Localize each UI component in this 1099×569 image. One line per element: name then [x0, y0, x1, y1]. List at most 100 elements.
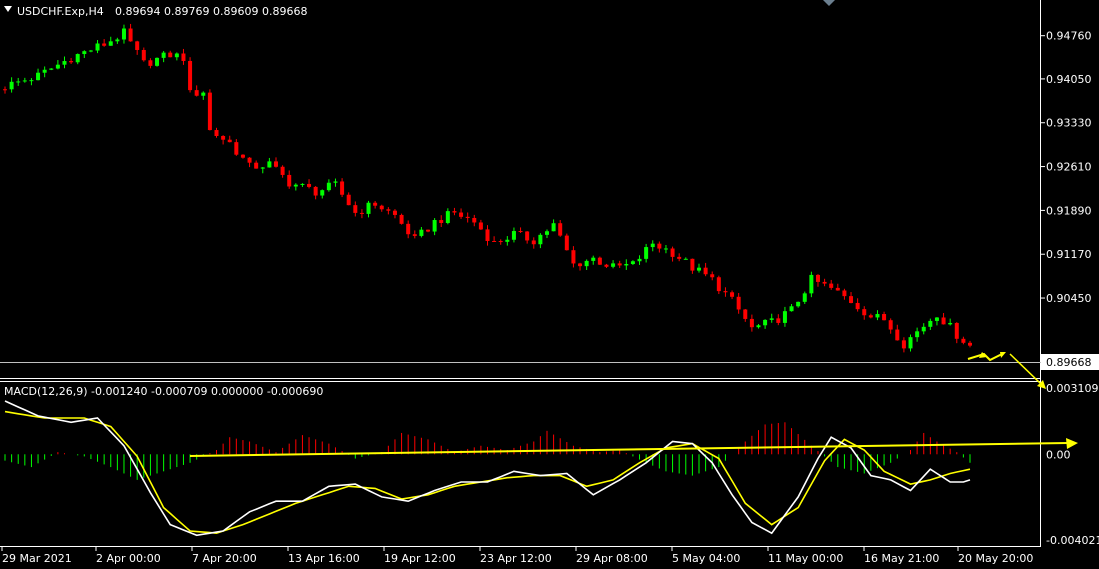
candle: [254, 160, 259, 169]
price-pane[interactable]: [3, 23, 972, 353]
candle-body: [386, 209, 391, 211]
candle-body: [426, 229, 431, 232]
candle-body: [809, 274, 814, 294]
candle: [128, 23, 133, 42]
candle-body: [326, 182, 331, 191]
candle: [135, 40, 140, 55]
candle-body: [399, 214, 404, 224]
candle: [22, 77, 27, 83]
candle: [544, 229, 549, 239]
candle: [703, 262, 708, 277]
candle: [934, 317, 939, 326]
candle: [214, 127, 219, 138]
candle-body: [419, 229, 424, 236]
scroll-marker-icon[interactable]: [823, 0, 835, 6]
candle: [683, 257, 688, 260]
candle-body: [868, 315, 873, 318]
candle: [426, 229, 431, 233]
candle: [802, 291, 807, 304]
candle: [961, 336, 966, 345]
price-tick-label: 0.94050: [1046, 73, 1092, 86]
candle: [571, 246, 576, 268]
candle-body: [921, 326, 926, 332]
candle: [174, 52, 179, 61]
candle: [49, 68, 54, 71]
candle-body: [730, 292, 735, 297]
candle: [617, 260, 622, 268]
annotations: [189, 352, 1078, 457]
candle-body: [3, 89, 7, 91]
candle: [207, 89, 212, 131]
candle-body: [948, 322, 953, 325]
candle-body: [280, 166, 285, 175]
candle: [69, 57, 74, 64]
candle-body: [188, 60, 193, 91]
candle: [353, 201, 358, 217]
candle: [954, 322, 959, 344]
ohlc-label: 0.89694 0.89769 0.89609 0.89668: [115, 5, 307, 18]
candle: [373, 201, 378, 209]
candle: [551, 219, 556, 232]
forecast-arrow-head-icon: [1000, 352, 1006, 358]
candle-body: [121, 28, 126, 40]
current-price-label: 0.89668: [1046, 356, 1092, 369]
candle: [386, 207, 391, 215]
candle-body: [16, 81, 21, 83]
candle-body: [538, 234, 543, 245]
candle-body: [531, 240, 536, 245]
candle: [307, 179, 312, 189]
price-tick-label: 0.92610: [1046, 161, 1092, 174]
candle-body: [835, 287, 840, 291]
candle: [928, 318, 933, 330]
candle: [650, 240, 655, 252]
candle-body: [373, 202, 378, 206]
candle-body: [802, 293, 807, 302]
trading-chart[interactable]: USDCHF.Exp,H4 0.89694 0.89769 0.89609 0.…: [0, 0, 1099, 569]
candle-body: [558, 223, 563, 236]
candle: [366, 200, 371, 218]
candle-body: [842, 290, 847, 297]
trend-arrow-head-icon: [1066, 438, 1078, 449]
candle: [121, 24, 126, 44]
candle: [796, 301, 801, 308]
candle-body: [657, 243, 662, 249]
candle: [340, 178, 345, 198]
macd-pane[interactable]: [4, 400, 971, 537]
macd-tick-label: -0.004021: [1046, 534, 1099, 547]
candle-body: [630, 261, 635, 264]
time-tick-label: 23 Apr 12:00: [480, 552, 552, 565]
candle-body: [29, 80, 34, 82]
candle: [531, 237, 536, 249]
candle: [287, 170, 292, 189]
candle-body: [677, 256, 682, 259]
candle: [472, 214, 477, 227]
candle: [829, 279, 834, 290]
candle-body: [254, 162, 259, 169]
candle: [875, 310, 880, 321]
candle-body: [227, 139, 232, 143]
candle: [168, 50, 173, 58]
candle: [29, 78, 34, 86]
candle: [895, 324, 900, 341]
time-tick-label: 19 Apr 12:00: [384, 552, 456, 565]
candle: [280, 165, 285, 178]
candle-body: [551, 223, 556, 232]
candle: [908, 334, 913, 352]
candle-body: [108, 41, 113, 46]
candle: [690, 258, 695, 274]
time-tick-label: 29 Mar 2021: [2, 552, 72, 565]
dropdown-triangle-icon[interactable]: [4, 6, 12, 12]
candle-body: [934, 317, 939, 321]
candle: [359, 209, 364, 219]
candle-body: [895, 329, 900, 341]
candle: [333, 178, 338, 187]
candle: [584, 259, 589, 270]
macd-header: MACD(12,26,9) -0.001240 -0.000709 0.0000…: [4, 385, 323, 398]
candle-body: [796, 301, 801, 307]
candle: [657, 241, 662, 253]
candle: [743, 308, 748, 322]
candle: [611, 260, 616, 269]
candle: [815, 274, 820, 287]
candle-body: [128, 28, 133, 42]
candle-body: [769, 318, 774, 320]
